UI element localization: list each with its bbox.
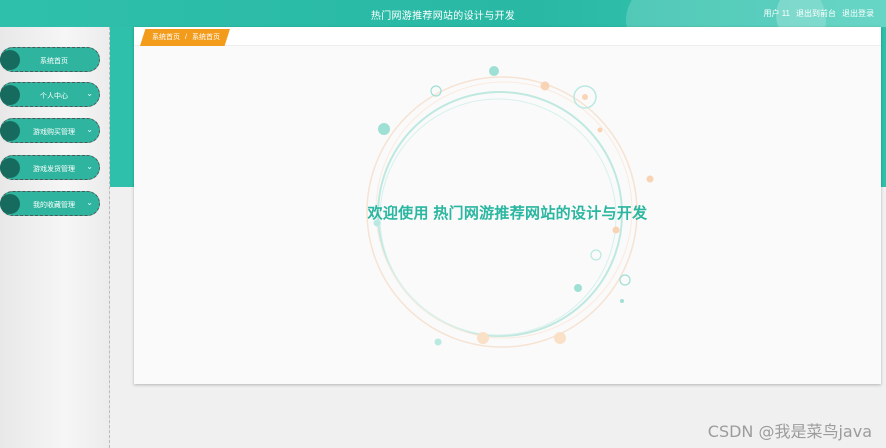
chevron-down-icon: ⌄ bbox=[86, 89, 93, 98]
menu-bullet-icon bbox=[0, 85, 20, 105]
breadcrumb-root[interactable]: 系统首页 bbox=[152, 34, 180, 41]
menu-bullet-icon bbox=[0, 121, 20, 141]
bubble bbox=[620, 299, 624, 303]
chevron-down-icon: ⌄ bbox=[86, 125, 93, 134]
top-header: 热门网游推荐网站的设计与开发 用户 11 退出到前台 退出登录 bbox=[0, 0, 886, 27]
menu-bullet-icon bbox=[0, 50, 20, 70]
app-title: 热门网游推荐网站的设计与开发 bbox=[370, 11, 516, 22]
back-to-frontend-link[interactable]: 退出到前台 bbox=[796, 8, 836, 19]
sidebar-item-label: 游戏购买管理 bbox=[33, 129, 75, 136]
chevron-down-icon: ⌄ bbox=[86, 198, 93, 207]
bubble bbox=[540, 81, 550, 91]
bubble bbox=[612, 226, 620, 234]
bubble bbox=[489, 66, 499, 76]
sidebar-item-favorites[interactable]: 我的收藏管理 ⌄ bbox=[0, 191, 100, 216]
breadcrumb-separator: / bbox=[185, 34, 187, 41]
sidebar: 系统首页 个人中心 ⌄ 游戏购买管理 ⌄ 游戏发货管理 ⌄ 我的收藏管理 ⌄ bbox=[0, 27, 110, 448]
chevron-down-icon: ⌄ bbox=[86, 162, 93, 171]
watermark: CSDN @我是菜鸟java bbox=[707, 422, 872, 441]
sidebar-item-label: 系统首页 bbox=[40, 58, 68, 65]
sidebar-item-game-shipping[interactable]: 游戏发货管理 ⌄ bbox=[0, 155, 100, 180]
bubble bbox=[582, 94, 588, 100]
bubble bbox=[646, 175, 654, 183]
bubble bbox=[619, 274, 631, 286]
sidebar-item-label: 我的收藏管理 bbox=[33, 202, 75, 209]
sidebar-item-game-purchase[interactable]: 游戏购买管理 ⌄ bbox=[0, 118, 100, 143]
sidebar-item-label: 游戏发货管理 bbox=[33, 166, 75, 173]
current-user: 用户 11 bbox=[763, 9, 790, 18]
breadcrumb-bar: 系统首页 / 系统首页 bbox=[134, 27, 881, 46]
menu-bullet-icon bbox=[0, 158, 20, 178]
breadcrumb-current: 系统首页 bbox=[191, 34, 220, 41]
sidebar-item-home[interactable]: 系统首页 bbox=[0, 47, 100, 72]
bubble bbox=[378, 123, 390, 135]
breadcrumb: 系统首页 / 系统首页 bbox=[140, 29, 230, 46]
bubble bbox=[434, 338, 442, 346]
sidebar-item-label: 个人中心 bbox=[40, 93, 68, 100]
welcome-message: 欢迎使用 热门网游推荐网站的设计与开发 bbox=[367, 205, 648, 222]
menu-bullet-icon bbox=[0, 194, 20, 214]
bubble bbox=[574, 284, 582, 292]
bubble bbox=[477, 332, 489, 344]
bubble bbox=[597, 127, 603, 133]
bubble bbox=[590, 249, 602, 261]
sidebar-item-personal-center[interactable]: 个人中心 ⌄ bbox=[0, 82, 100, 107]
logout-link[interactable]: 退出登录 bbox=[842, 8, 874, 19]
header-actions: 用户 11 退出到前台 退出登录 bbox=[763, 8, 874, 19]
bubble bbox=[554, 332, 566, 344]
